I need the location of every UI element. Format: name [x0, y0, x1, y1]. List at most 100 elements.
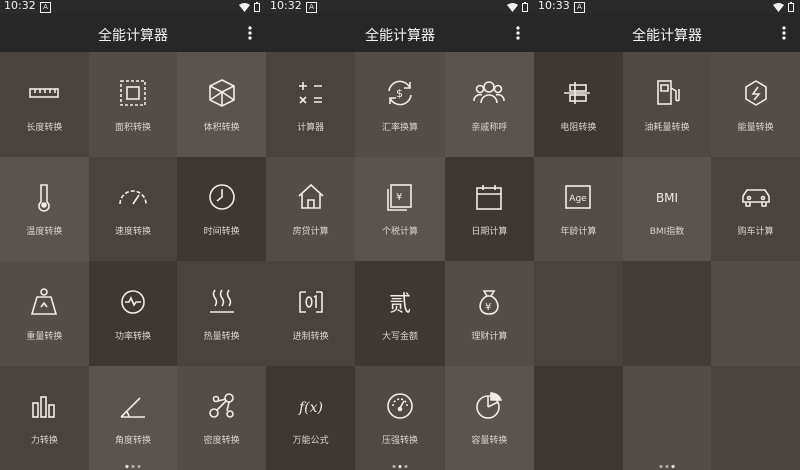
tile-empty: [622, 365, 712, 470]
tile-label: 能量转换: [737, 122, 774, 133]
tile-empty: [534, 365, 623, 470]
tile-area[interactable]: 面积转换: [88, 52, 178, 157]
tile-label: 容量转换: [471, 436, 508, 447]
tile-fuel[interactable]: 油耗量转换: [622, 52, 712, 157]
tile-pressure[interactable]: 压强转换: [355, 365, 445, 470]
screen-3: 10:33 A 全能计算器 电阻转换 油耗量转换 能量转换 Age 年龄计算 B…: [534, 0, 800, 470]
tile-date[interactable]: 日期计算: [444, 156, 534, 261]
tile-angle[interactable]: 角度转换: [88, 365, 178, 470]
more-options-icon[interactable]: [778, 24, 790, 42]
money-bag-icon: ¥: [472, 285, 506, 319]
tile-label: 温度转换: [26, 227, 63, 238]
tile-power[interactable]: 功率转换: [88, 261, 178, 366]
tile-label: 电阻转换: [560, 122, 597, 133]
tile-label: 面积转换: [114, 122, 151, 133]
system-icons: [773, 2, 794, 12]
tile-bmi[interactable]: BMI BMI指数: [622, 156, 712, 261]
more-options-icon[interactable]: [512, 24, 524, 42]
tile-label: 日期计算: [471, 227, 508, 238]
svg-text:$: $: [396, 87, 403, 100]
tile-calculator[interactable]: 计算器: [266, 52, 356, 157]
house-icon: [294, 180, 328, 214]
pressure-gauge-icon: [383, 389, 417, 423]
system-icons: [239, 2, 260, 12]
tile-density[interactable]: 密度转换: [177, 365, 266, 470]
tile-label: 年龄计算: [560, 227, 597, 238]
power-gauge-icon: [116, 285, 150, 319]
cube-icon: [205, 76, 239, 110]
tile-force[interactable]: 力转换: [0, 365, 89, 470]
weight-icon: [27, 285, 61, 319]
tile-label: 重量转换: [26, 331, 63, 342]
status-time: 10:32: [270, 0, 302, 12]
tile-empty: [711, 261, 800, 366]
tile-capacity[interactable]: 容量转换: [444, 365, 534, 470]
tile-heat[interactable]: 热量转换: [177, 261, 266, 366]
energy-hexagon-icon: [739, 76, 773, 110]
currency-exchange-icon: $: [383, 76, 417, 110]
age-icon: Age: [561, 180, 595, 214]
heat-waves-icon: [205, 285, 239, 319]
battery-icon: [788, 2, 794, 12]
tile-exchange[interactable]: $ 汇率换算: [355, 52, 445, 157]
tax-document-icon: ¥: [383, 180, 417, 214]
tile-mortgage[interactable]: 房贷计算: [266, 156, 356, 261]
status-bar: 10:32 A: [0, 0, 266, 14]
tile-label: 时间转换: [203, 227, 240, 238]
tile-empty: [534, 261, 623, 366]
tile-temperature[interactable]: 温度转换: [0, 156, 89, 261]
speedometer-icon: [116, 180, 150, 214]
tile-uppercase-amount[interactable]: 贰 大写金额: [355, 261, 445, 366]
tile-speed[interactable]: 速度转换: [88, 156, 178, 261]
resistor-icon: [561, 76, 595, 110]
tile-energy[interactable]: 能量转换: [711, 52, 800, 157]
fuel-pump-icon: [650, 76, 684, 110]
tile-length[interactable]: 长度转换: [0, 52, 89, 157]
force-bars-icon: [27, 389, 61, 423]
chinese-numeral-glyph: 贰: [389, 292, 411, 317]
screen-2: 10:32 A 全能计算器 计算器 $ 汇率换算 亲戚称呼 房贷计算 ¥ 个税计…: [266, 0, 534, 470]
wifi-icon: [239, 2, 250, 12]
tile-tax[interactable]: ¥ 个税计算: [355, 156, 445, 261]
tile-weight[interactable]: 重量转换: [0, 261, 89, 366]
status-bar: 10:32 A: [266, 0, 534, 14]
app-title: 全能计算器: [632, 28, 702, 44]
battery-icon: [254, 2, 260, 12]
pie-chart-icon: [472, 389, 506, 423]
tile-formula[interactable]: f(x) 万能公式: [266, 365, 356, 470]
tile-label: 购车计算: [737, 227, 774, 238]
tile-empty: [711, 365, 800, 470]
tile-label: 力转换: [30, 436, 58, 447]
screen-1: 10:32 A 全能计算器 长度转换 面积转换 体积转换 温度转换 速度转换 时…: [0, 0, 266, 470]
app-bar: 全能计算器: [0, 14, 266, 52]
tile-finance[interactable]: ¥ 理财计算: [444, 261, 534, 366]
tile-label: 体积转换: [203, 122, 240, 133]
tile-label: 功率转换: [114, 331, 151, 342]
svg-text:¥: ¥: [485, 302, 491, 313]
tile-label: 汇率换算: [381, 122, 418, 133]
tile-age[interactable]: Age 年龄计算: [534, 156, 623, 261]
tile-car[interactable]: 购车计算: [711, 156, 800, 261]
bmi-glyph: BMI: [656, 191, 678, 205]
tile-radix[interactable]: 进制转换: [266, 261, 356, 366]
angle-icon: [116, 389, 150, 423]
car-icon: [739, 180, 773, 214]
density-molecule-icon: [205, 389, 239, 423]
tile-label: 压强转换: [381, 436, 418, 447]
app-bar: 全能计算器: [266, 14, 534, 52]
more-options-icon[interactable]: [244, 24, 256, 42]
tile-volume[interactable]: 体积转换: [177, 52, 266, 157]
tile-time[interactable]: 时间转换: [177, 156, 266, 261]
calendar-icon: [472, 180, 506, 214]
notification-icon: A: [306, 2, 317, 13]
tile-label: 大写金额: [381, 331, 418, 342]
status-bar: 10:33 A: [534, 0, 800, 14]
notification-icon: A: [574, 2, 585, 13]
function-glyph: f(x): [298, 400, 323, 416]
age-glyph: Age: [570, 194, 588, 204]
binary-icon: [294, 285, 328, 319]
status-time: 10:32: [4, 0, 36, 12]
tile-relatives[interactable]: 亲戚称呼: [444, 52, 534, 157]
system-icons: [507, 2, 528, 12]
tile-resistance[interactable]: 电阻转换: [534, 52, 623, 157]
